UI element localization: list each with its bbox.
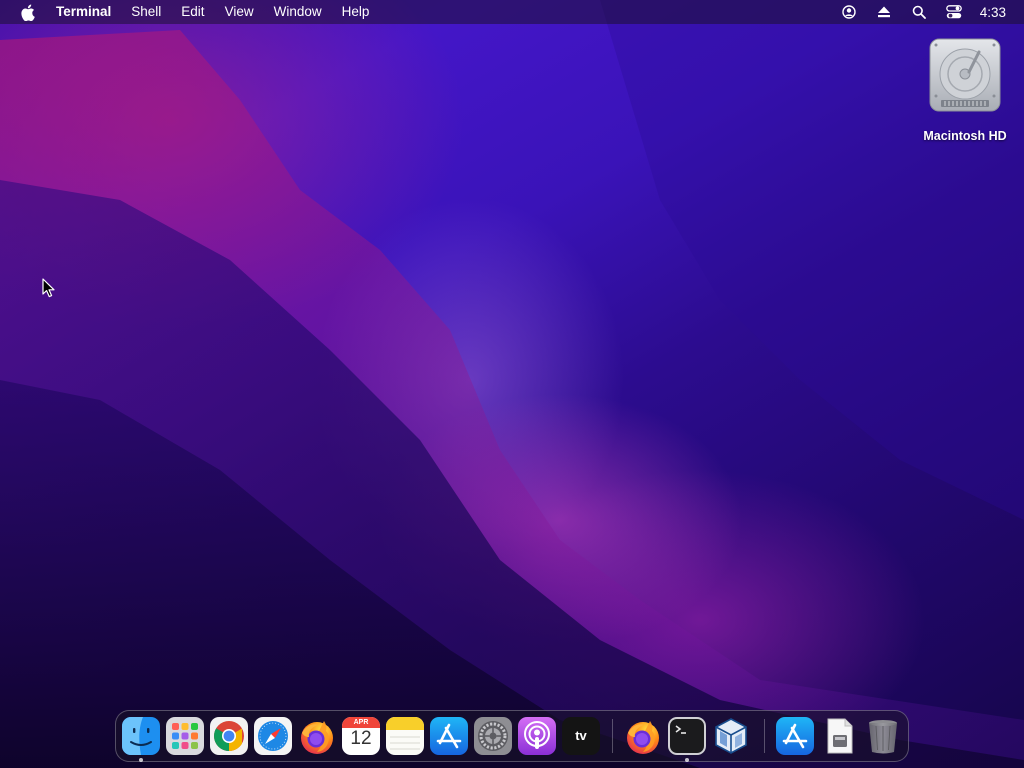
desktop-wallpaper [0,0,1024,768]
search-icon[interactable] [911,4,927,20]
dock-chrome-icon[interactable] [210,717,248,755]
menu-view[interactable]: View [215,0,264,24]
menu-help[interactable]: Help [332,0,380,24]
mouse-pointer-icon [42,278,56,298]
menu-clock[interactable]: 4:33 [980,5,1006,20]
running-indicator [139,758,143,762]
dock-podcasts-icon[interactable] [518,717,556,755]
menu-window[interactable]: Window [264,0,332,24]
control-center-icon[interactable] [945,4,962,20]
dock-separator [764,719,765,753]
dock-terminal-icon[interactable] [668,717,706,755]
dock-safari-icon[interactable] [254,717,292,755]
dock-virtualbox-icon[interactable] [712,717,750,755]
dock-firefox-icon[interactable] [298,717,336,755]
hard-drive-icon [927,36,1003,116]
dock-launchpad-icon[interactable] [166,717,204,755]
dock-calendar-icon[interactable]: APR 12 [342,717,380,755]
apple-tv-label: tv [575,728,587,743]
calendar-month: APR [353,719,369,726]
desktop-icon-macintosh-hd[interactable]: Macintosh HD [912,36,1018,148]
dock-separator [612,719,613,753]
dock-firefox-recent-icon[interactable] [624,717,662,755]
dock-apple-tv-icon[interactable]: tv [562,717,600,755]
eject-icon[interactable] [876,4,892,20]
user-icon[interactable] [841,4,857,20]
dock-document-stack-icon[interactable] [820,717,858,755]
dock-app-store-folder-icon[interactable] [776,717,814,755]
wallpaper-waves [0,0,1024,768]
dock-notes-icon[interactable] [386,717,424,755]
menu-shell[interactable]: Shell [121,0,171,24]
dock: APR 12 tv [115,710,909,762]
menu-edit[interactable]: Edit [171,0,214,24]
menu-bar: Terminal Shell Edit View Window Help 4:3… [0,0,1024,24]
running-indicator [685,758,689,762]
dock-finder-icon[interactable] [122,717,160,755]
desktop-icon-label: Macintosh HD [923,129,1007,143]
dock-system-preferences-icon[interactable] [474,717,512,755]
apple-menu-icon[interactable] [18,3,36,21]
dock-app-store-icon[interactable] [430,717,468,755]
calendar-day: 12 [350,728,372,749]
menu-app-name[interactable]: Terminal [46,0,121,24]
dock-trash-icon[interactable] [864,717,902,755]
